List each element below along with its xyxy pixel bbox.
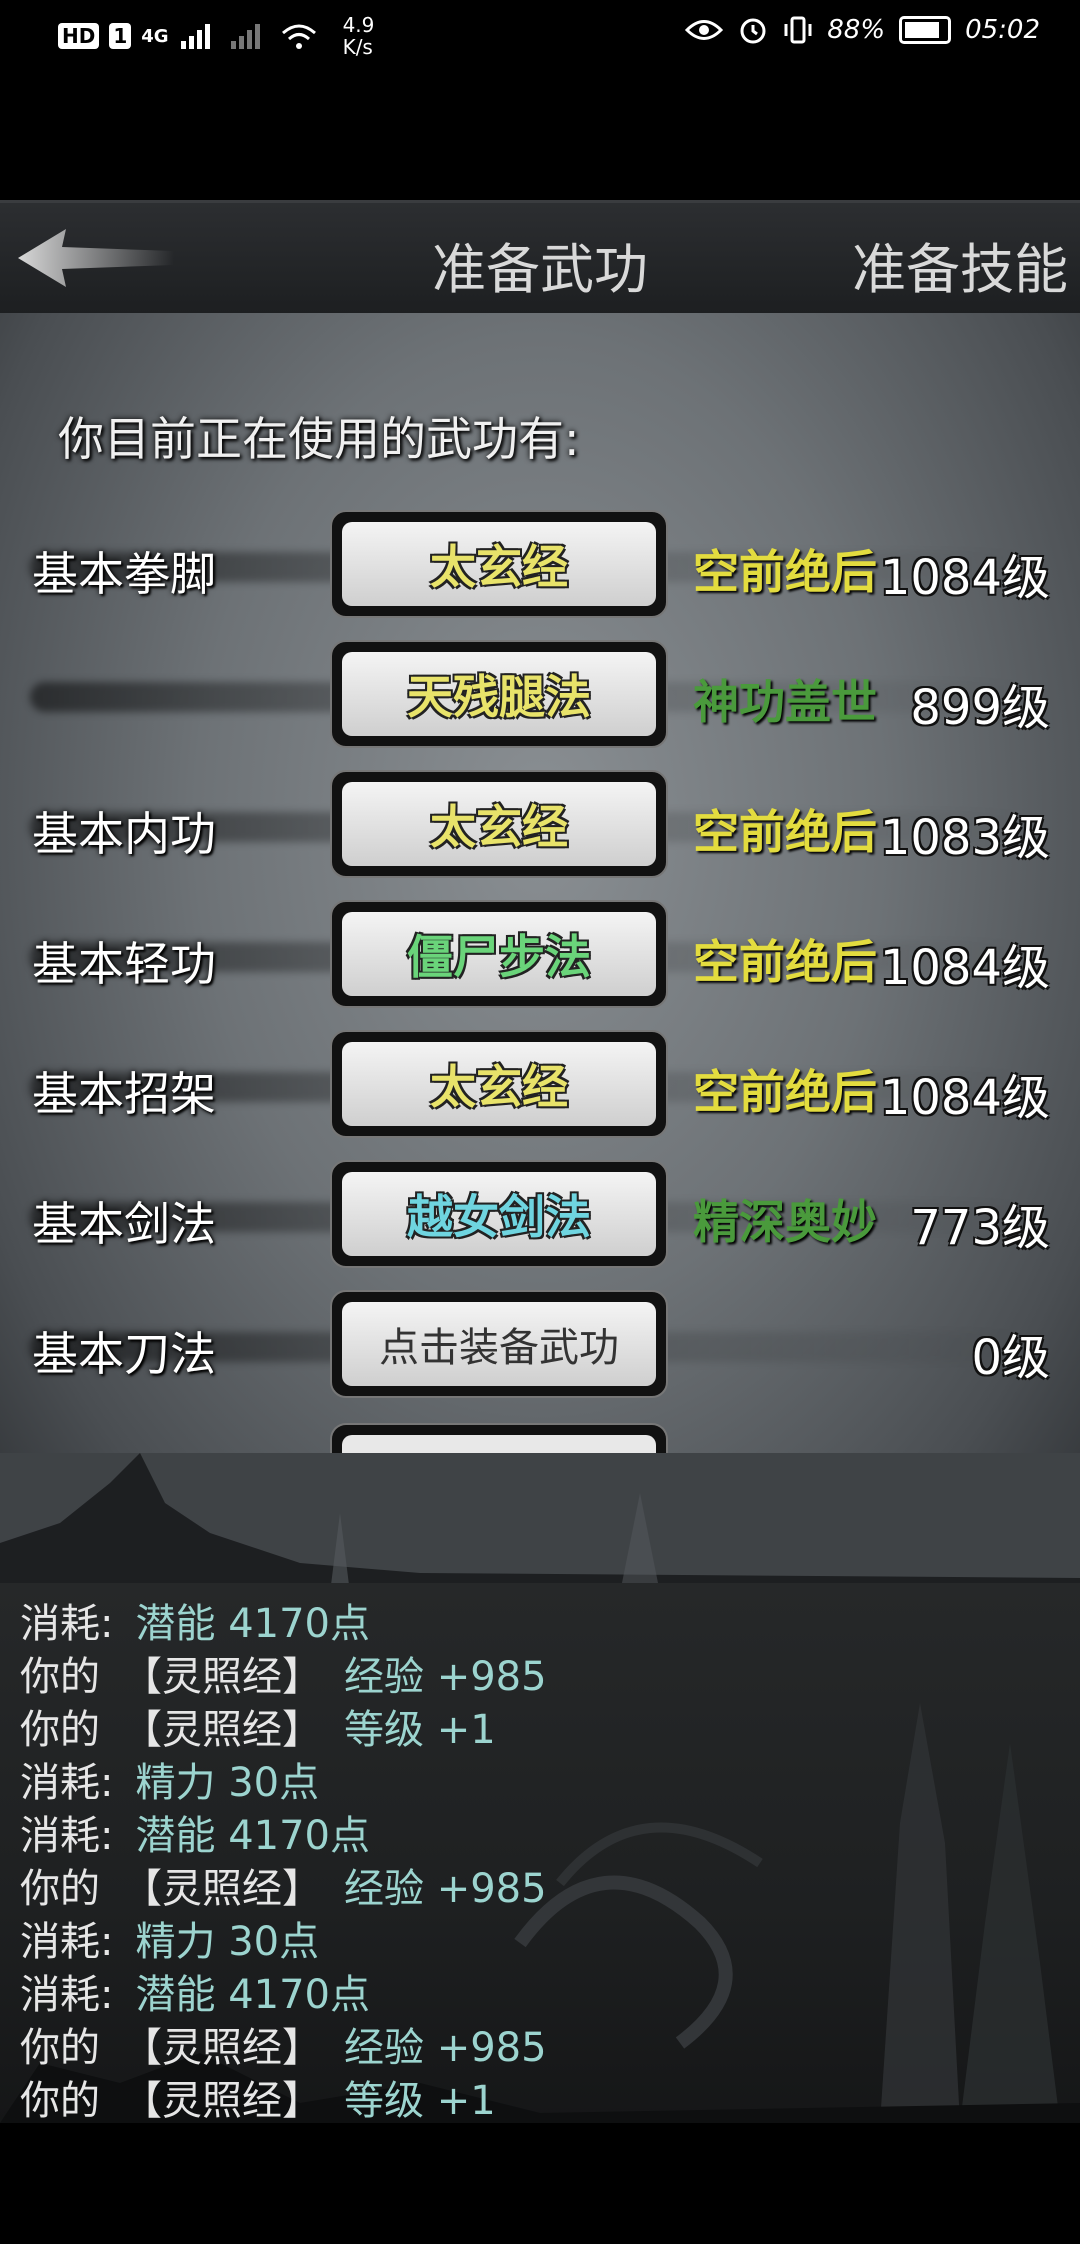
skill-slot-button[interactable]: 太玄经	[330, 510, 668, 618]
skill-level: 1084级	[879, 550, 1050, 606]
log-item: 【灵照经】	[122, 1707, 322, 1753]
log-text: 潜能 4170点	[135, 1972, 370, 2018]
skill-name: 越女剑法	[342, 1172, 656, 1256]
vibrate-icon	[784, 16, 812, 44]
battery-percent: 88%	[827, 15, 886, 45]
speed-value: 4.9	[342, 13, 375, 37]
skill-name: 天残腿法	[342, 652, 656, 736]
network-type: 4G	[141, 25, 169, 47]
skill-level: 1084级	[879, 1070, 1050, 1126]
log-text: 经验 +985	[344, 2025, 547, 2071]
log-text: 精力 30点	[135, 1919, 320, 1965]
log-text: 潜能 4170点	[135, 1601, 370, 1647]
skill-category-label: 基本内功	[32, 807, 216, 861]
skill-name: 太玄经	[342, 1042, 656, 1126]
log-entry: 消耗: 精力 30点	[20, 1750, 319, 1808]
skill-rank: 空前绝后	[693, 935, 877, 989]
signal-icon	[180, 24, 210, 49]
log-entry: 你的 【灵照经】 等级 +1	[20, 1697, 496, 1755]
skill-name: 太玄经	[342, 782, 656, 866]
speed-unit: K/s	[342, 35, 373, 59]
hd-badge: HD	[58, 23, 100, 49]
log-prefix: 你的	[20, 2025, 100, 2071]
skill-slot-button[interactable]: 僵尸步法	[330, 900, 668, 1008]
message-log: 消耗: 潜能 4170点 你的 【灵照经】 经验 +985 你的 【灵照经】 等级 +1 …	[0, 1583, 1080, 2123]
skill-row: 基本刀法 点击装备武功 0级	[0, 1290, 1080, 1400]
eye-icon	[685, 20, 724, 40]
skill-rank: 空前绝后	[693, 1065, 877, 1119]
skill-slot-button[interactable]: 太玄经	[330, 770, 668, 878]
skill-category-label: 基本招架	[32, 1067, 216, 1121]
skill-row: 基本轻功 僵尸步法 空前绝后 1084级	[0, 900, 1080, 1010]
log-prefix: 你的	[20, 2078, 100, 2123]
log-entry: 消耗: 潜能 4170点	[20, 1591, 370, 1649]
sim-badge: 1	[109, 23, 132, 49]
log-text: 经验 +985	[344, 1654, 547, 1700]
log-entry: 消耗: 潜能 4170点	[20, 1803, 370, 1861]
skill-row: 基本招架 太玄经 空前绝后 1084级	[0, 1030, 1080, 1140]
skill-category-label: 基本剑法	[32, 1197, 216, 1251]
skill-level: 1083级	[879, 810, 1050, 866]
log-text: 潜能 4170点	[135, 1813, 370, 1859]
skill-level: 773级	[910, 1200, 1050, 1256]
equip-prompt: 点击装备武功	[342, 1302, 656, 1386]
status-bar: HD 1 4G 4.9 K/s 88% 05:02	[0, 0, 1080, 70]
prepare-skills-button[interactable]: 准备技能	[852, 225, 1068, 304]
skill-slot-button[interactable]: 天残腿法	[330, 640, 668, 748]
log-prefix: 消耗:	[20, 1972, 114, 2018]
skill-level: 1084级	[879, 940, 1050, 996]
wifi-icon	[281, 24, 316, 49]
battery-icon	[899, 16, 952, 44]
scenery-silhouette	[0, 1453, 1080, 1583]
log-prefix: 消耗:	[20, 1760, 114, 1806]
log-entry: 你的 【灵照经】 经验 +985	[20, 1644, 547, 1702]
skill-slot-button[interactable]: 越女剑法	[330, 1160, 668, 1268]
header-bar: 准备武功 准备技能	[0, 200, 1080, 316]
skill-rank: 空前绝后	[693, 545, 877, 599]
equipped-skills-panel: 你目前正在使用的武功有: 基本拳脚 太玄经 空前绝后 1084级 天残腿法 神功…	[0, 313, 1080, 1583]
log-entry: 消耗: 潜能 4170点	[20, 1962, 370, 2020]
log-item: 【灵照经】	[122, 1654, 322, 1700]
log-entry: 你的 【灵照经】 等级 +1	[20, 2068, 496, 2123]
skill-rank: 空前绝后	[693, 805, 877, 859]
skill-rank: 精深奥妙	[693, 1195, 877, 1249]
log-entry: 消耗: 精力 30点	[20, 1909, 319, 1967]
log-text: 等级 +1	[344, 1707, 496, 1753]
log-item: 【灵照经】	[122, 2078, 322, 2123]
skill-row: 天残腿法 神功盖世 899级	[0, 640, 1080, 750]
log-entry: 你的 【灵照经】 经验 +985	[20, 2015, 547, 2073]
skill-level: 899级	[910, 680, 1050, 736]
intro-text: 你目前正在使用的武功有:	[58, 412, 580, 466]
skill-category-label: 基本刀法	[32, 1327, 216, 1381]
log-prefix: 消耗:	[20, 1919, 114, 1965]
log-item: 【灵照经】	[122, 1866, 322, 1912]
log-item: 【灵照经】	[122, 2025, 322, 2071]
log-prefix: 消耗:	[20, 1601, 114, 1647]
log-text: 经验 +985	[344, 1866, 547, 1912]
alarm-icon	[740, 18, 766, 44]
skill-row: 基本拳脚 太玄经 空前绝后 1084级	[0, 510, 1080, 620]
equip-skill-button[interactable]: 点击装备武功	[330, 1290, 668, 1398]
signal-2-icon	[230, 24, 260, 49]
skill-name: 太玄经	[342, 522, 656, 606]
skill-row: 基本剑法 越女剑法 精深奥妙 773级	[0, 1160, 1080, 1270]
bottom-bar	[0, 2123, 1080, 2244]
log-prefix: 你的	[20, 1866, 100, 1912]
log-prefix: 你的	[20, 1654, 100, 1700]
skill-slot-button[interactable]: 太玄经	[330, 1030, 668, 1138]
skill-row: 基本内功 太玄经 空前绝后 1083级	[0, 770, 1080, 880]
log-prefix: 消耗:	[20, 1813, 114, 1859]
skill-category-label: 基本拳脚	[32, 547, 216, 601]
clock: 05:02	[965, 15, 1040, 45]
log-entry: 你的 【灵照经】 经验 +985	[20, 1856, 547, 1914]
skill-level: 0级	[971, 1330, 1050, 1386]
skill-name: 僵尸步法	[342, 912, 656, 996]
log-text: 精力 30点	[135, 1760, 320, 1806]
log-prefix: 你的	[20, 1707, 100, 1753]
log-text: 等级 +1	[344, 2078, 496, 2123]
skill-rank: 神功盖世	[693, 675, 877, 729]
network-speed: 4.9 K/s	[343, 14, 375, 58]
skill-category-label: 基本轻功	[32, 937, 216, 991]
